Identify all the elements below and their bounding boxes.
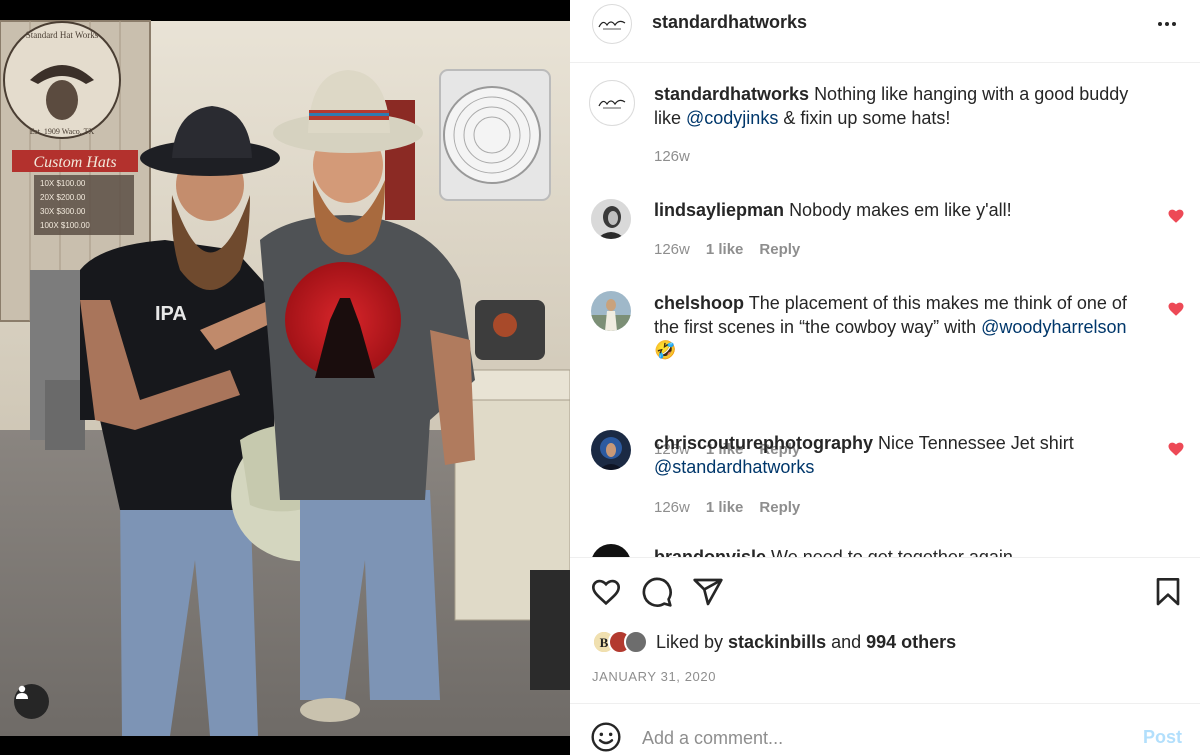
comment-timestamp[interactable]: 126w [654,241,690,258]
paper-plane-icon[interactable] [692,576,724,608]
commenter-avatar[interactable] [591,199,631,239]
comments-list[interactable]: standardhatworks Nothing like hanging wi… [570,63,1200,557]
comment-text: lindsayliepman Nobody makes em like y'al… [654,199,1154,223]
heart-filled-icon[interactable] [1167,300,1185,318]
sign-price-row: 30X $300.00 [40,207,86,216]
comment-text: chriscouturephotography Nice Tennessee J… [654,432,1154,479]
caption-text: standardhatworks Nothing like hanging wi… [654,83,1154,130]
user-tag-icon [16,685,28,699]
add-comment-bar: Post [570,703,1200,755]
owner-avatar[interactable] [592,4,632,44]
sign-banner-text: Custom Hats [33,154,116,171]
sign-est-text: Est. 1909 Waco, TX [30,127,95,136]
heart-filled-icon[interactable] [1167,207,1185,225]
liked-by-user[interactable]: stackinbills [728,632,826,652]
caption-avatar[interactable] [589,80,635,126]
comment-bubble-icon[interactable] [641,576,673,608]
user-tag-button[interactable] [14,684,49,719]
comment-text: chelshoop The placement of this makes me… [654,292,1154,363]
more-options-button[interactable] [1155,12,1179,36]
bookmark-icon[interactable] [1152,576,1184,608]
comment-username[interactable]: chriscouturephotography [654,433,873,453]
post-actions: B Liked by stackinbills and 994 others J… [570,557,1200,703]
caption-timestamp[interactable]: 126w [654,148,690,165]
photo-image: Standard Hat Works Est. 1909 Waco, TX Cu… [0,0,570,755]
heart-filled-icon[interactable] [1167,440,1185,458]
owner-username[interactable]: standardhatworks [652,12,807,33]
reply-button[interactable]: Reply [759,241,800,258]
liker-avatar [624,630,648,654]
comment-input[interactable] [642,724,1122,752]
sign-brand-text: Standard Hat Works [26,30,99,40]
caption-username[interactable]: standardhatworks [654,84,809,104]
sign-price-row: 20X $200.00 [40,193,86,202]
heart-outline-icon[interactable] [590,576,622,608]
more-options-icon [1158,22,1162,26]
liked-by-row[interactable]: B Liked by stackinbills and 994 others [592,628,956,656]
post-sidebar: standardhatworks standardhatworks Nothin… [570,0,1200,755]
comment-emoji: 🤣 [654,340,677,360]
commenter-avatar[interactable] [591,430,631,470]
commenter-avatar[interactable] [591,291,631,331]
mention-link[interactable]: @standardhatworks [654,457,814,477]
post-photo[interactable]: Standard Hat Works Est. 1909 Waco, TX Cu… [0,0,570,755]
reply-button[interactable]: Reply [759,499,800,516]
post-date[interactable]: JANUARY 31, 2020 [592,669,716,684]
comment-body: Nobody makes em like y'all! [789,200,1012,220]
comment-username[interactable]: chelshoop [654,293,744,313]
caption-body-end: & fixin up some hats! [778,107,951,128]
comment-text: brandonvisle We need to get together aga… [654,546,1154,557]
smiley-icon[interactable] [590,721,622,753]
post-comment-button[interactable]: Post [1143,727,1182,748]
photo-shirt-text: IPA [155,303,187,325]
comment-body: Nice Tennessee Jet shirt [878,433,1074,453]
comment-likes-count[interactable]: 1 like [706,241,744,258]
sign-price-row: 10X $100.00 [40,179,86,188]
comment-body: We need to get together again [771,547,1013,557]
comment-meta: 126w 1 like Reply [654,241,800,258]
mention-link[interactable]: @codyjinks [686,108,778,128]
liked-by-others[interactable]: 994 others [866,632,956,652]
comment-likes-count[interactable]: 1 like [706,499,744,516]
comment-timestamp[interactable]: 126w [654,499,690,516]
mention-link[interactable]: @woodyharrelson [981,317,1126,337]
comment-username[interactable]: lindsayliepman [654,200,784,220]
brand-logo-icon [598,99,626,109]
liked-by-text: Liked by stackinbills and 994 others [656,631,957,652]
sign-price-row: 100X $100.00 [40,221,90,230]
brand-logo-icon [598,20,626,30]
comment-username[interactable]: brandonvisle [654,547,766,557]
comment-meta: 126w 1 like Reply [654,499,800,516]
post-header: standardhatworks [570,0,1200,63]
commenter-avatar[interactable] [591,544,631,557]
caption-meta: 126w [654,148,690,165]
